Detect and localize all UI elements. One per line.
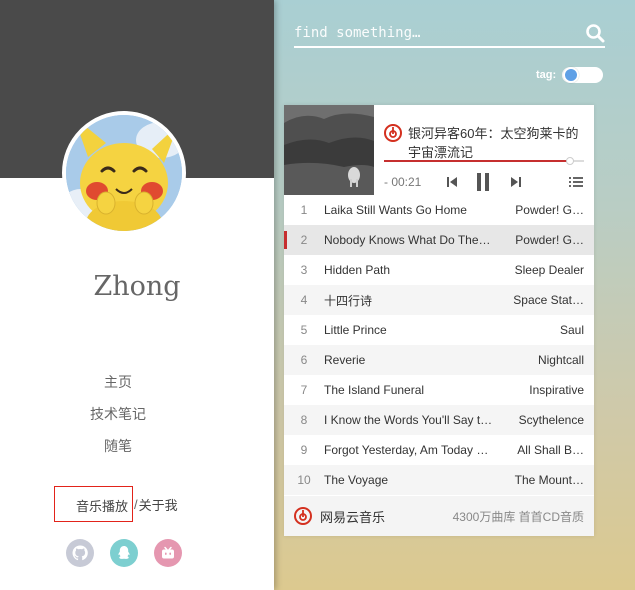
- track-artist: Nightcall: [537, 353, 584, 367]
- track-number: 6: [300, 353, 308, 367]
- brand-tagline: 4300万曲库 首首CD音质: [452, 509, 584, 524]
- track-artist: Powder! G…: [515, 233, 584, 247]
- main-nav: 主页 技术笔记 随笔: [0, 372, 236, 468]
- track-artist: Space Stat…: [513, 293, 584, 307]
- track-number: 2: [300, 233, 308, 247]
- netease-music-icon: [294, 507, 312, 525]
- track-artist: Inspirative: [529, 383, 584, 397]
- nav-item-tech-notes[interactable]: 技术笔记: [0, 404, 236, 436]
- album-cover[interactable]: [284, 105, 374, 195]
- search-bar: [294, 21, 605, 48]
- qq-icon[interactable]: [110, 539, 138, 567]
- track-name: Reverie: [324, 353, 366, 367]
- playlist-icon[interactable]: [568, 173, 584, 191]
- track-name: The Voyage: [324, 473, 389, 487]
- track-row[interactable]: 4 十四行诗 Space Stat…: [284, 285, 594, 315]
- track-artist: Scythelence: [518, 413, 584, 427]
- remaining-time: - 00:21: [384, 175, 422, 189]
- track-name: Laika Still Wants Go Home: [324, 203, 467, 217]
- track-artist: All Shall B…: [517, 443, 584, 457]
- track-row-current[interactable]: 2 Nobody Knows What Do The… Powder! G…: [284, 225, 594, 255]
- now-playing-title: 银河异客60年：太空狗莱卡的宇宙漂流记: [408, 126, 579, 160]
- next-track-icon[interactable]: [508, 173, 524, 191]
- social-links: [66, 539, 182, 567]
- track-row[interactable]: 3 Hidden Path Sleep Dealer: [284, 255, 594, 285]
- tag-toggle: tag:: [536, 67, 604, 83]
- track-name: Nobody Knows What Do The…: [324, 233, 491, 247]
- track-row[interactable]: 9 Forgot Yesterday, Am Today … All Shall B…: [284, 435, 594, 465]
- github-icon[interactable]: [66, 539, 94, 567]
- track-number: 4: [300, 293, 308, 307]
- progress-bar[interactable]: [384, 157, 584, 165]
- playlist: 1 Laika Still Wants Go Home Powder! G… 2 No…: [284, 195, 594, 495]
- brand-name: 网易云音乐: [320, 509, 386, 525]
- track-row[interactable]: 10 The Voyage The Mount…: [284, 465, 594, 495]
- progress-fill: [384, 160, 570, 162]
- track-name: Forgot Yesterday, Am Today …: [324, 443, 489, 457]
- pikachu-avatar-image: [66, 115, 182, 231]
- track-number: 7: [300, 383, 308, 397]
- track-artist: Sleep Dealer: [514, 263, 584, 277]
- music-player-link[interactable]: 音乐播放: [54, 486, 133, 522]
- netease-music-icon: [384, 124, 402, 142]
- track-number: 5: [300, 323, 308, 337]
- avatar[interactable]: [62, 111, 186, 235]
- tag-toggle-label: tag:: [536, 69, 557, 81]
- search-icon[interactable]: [585, 23, 605, 43]
- album-cover-image: [284, 105, 374, 195]
- previous-track-icon[interactable]: [444, 173, 460, 191]
- track-row[interactable]: 8 I Know the Words You'll Say t… Scythelen…: [284, 405, 594, 435]
- tag-switch[interactable]: [562, 67, 604, 83]
- track-number: 9: [300, 443, 308, 457]
- site-name[interactable]: Zhong: [0, 271, 274, 302]
- track-row[interactable]: 5 Little Prince Saul: [284, 315, 594, 345]
- track-number: 3: [300, 263, 308, 277]
- music-player: 银河异客60年：太空狗莱卡的宇宙漂流记 - 00:21 1 Laika Still…: [284, 105, 594, 536]
- track-number: 10: [297, 473, 311, 487]
- track-name: 十四行诗: [324, 293, 373, 308]
- track-artist: Powder! G…: [515, 203, 584, 217]
- secondary-links: 音乐播放 / 关于我: [54, 486, 178, 522]
- track-name: Little Prince: [324, 323, 387, 337]
- track-artist: Saul: [559, 323, 584, 337]
- pause-icon[interactable]: [474, 173, 492, 191]
- about-me-link[interactable]: 关于我: [139, 495, 178, 514]
- track-row[interactable]: 1 Laika Still Wants Go Home Powder! G…: [284, 195, 594, 225]
- track-row[interactable]: 6 Reverie Nightcall: [284, 345, 594, 375]
- tag-switch-knob[interactable]: [563, 67, 580, 83]
- track-name: The Island Funeral: [324, 383, 425, 397]
- nav-item-home[interactable]: 主页: [0, 372, 236, 404]
- bilibili-icon[interactable]: [154, 539, 182, 567]
- track-name: I Know the Words You'll Say t…: [324, 413, 493, 427]
- progress-handle[interactable]: [566, 157, 574, 165]
- track-number: 1: [300, 203, 308, 217]
- sidebar: Zhong 主页 技术笔记 随笔 音乐播放 / 关于我: [0, 0, 274, 590]
- track-name: Hidden Path: [324, 263, 391, 277]
- player-footer[interactable]: 网易云音乐 4300万曲库 首首CD音质: [284, 496, 594, 536]
- track-number: 8: [300, 413, 308, 427]
- track-row[interactable]: 7 The Island Funeral Inspirative: [284, 375, 594, 405]
- search-input[interactable]: [294, 21, 574, 45]
- track-artist: The Mount…: [514, 473, 584, 487]
- nav-item-essays[interactable]: 随笔: [0, 436, 236, 468]
